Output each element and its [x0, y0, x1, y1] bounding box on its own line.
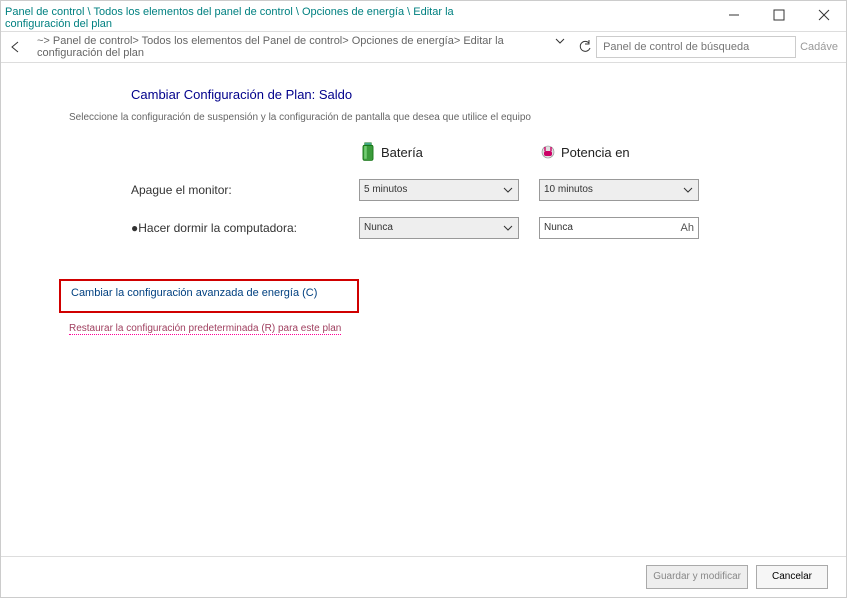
arrow-left-icon [9, 40, 23, 54]
battery-icon [359, 141, 377, 163]
links-block: Cambiar la configuración avanzada de ene… [69, 279, 798, 336]
select-display-battery-value: 5 minutos [364, 185, 407, 195]
maximize-button[interactable] [756, 1, 801, 29]
navbar: ~> Panel de control> Todos los elementos… [1, 31, 846, 63]
page-subtitle: Seleccione la configuración de suspensió… [69, 112, 798, 123]
breadcrumb-text: ~> Panel de control> Todos los elementos… [37, 35, 504, 59]
close-icon [818, 9, 830, 21]
page-title: Cambiar Configuración de Plan: Saldo [131, 87, 798, 102]
chevron-down-icon [554, 35, 566, 47]
save-button: Guardar y modificar [646, 565, 748, 589]
minimize-icon [728, 9, 740, 21]
select-display-plugged[interactable]: 10 minutos [539, 179, 699, 201]
row-label-display: Apague el monitor: [131, 183, 359, 197]
row-label-sleep-text: Hacer dormir la computadora: [138, 221, 297, 235]
plug-icon [539, 143, 557, 161]
footer: Guardar y modificar Cancelar [1, 556, 846, 597]
row-label-sleep: ●Hacer dormir la computadora: [131, 221, 359, 235]
cancel-button[interactable]: Cancelar [756, 565, 828, 589]
select-sleep-plugged-tail: Ah [681, 223, 694, 234]
select-sleep-plugged-value: Nunca [544, 223, 573, 233]
breadcrumb-dropdown[interactable] [554, 35, 566, 50]
minimize-button[interactable] [711, 1, 756, 29]
edge-text: Cadáve [796, 41, 842, 53]
column-header-plugged-label: Potencia en [561, 145, 630, 160]
close-button[interactable] [801, 1, 846, 29]
content-area: Cambiar Configuración de Plan: Saldo Sel… [1, 63, 846, 556]
column-header-battery: Batería [359, 141, 519, 163]
refresh-button[interactable] [574, 36, 596, 58]
titlebar: Panel de control \ Todos los elementos d… [1, 1, 846, 31]
chevron-down-icon [682, 184, 694, 196]
breadcrumb[interactable]: ~> Panel de control> Todos los elementos… [31, 33, 570, 61]
settings-grid: Batería Potencia en Apague el monitor: 5… [131, 141, 798, 239]
column-header-plugged: Potencia en [539, 143, 699, 161]
window-title: Panel de control \ Todos los elementos d… [5, 2, 465, 30]
select-display-battery[interactable]: 5 minutos [359, 179, 519, 201]
chevron-down-icon [502, 222, 514, 234]
select-sleep-plugged[interactable]: Nunca Ah [539, 217, 699, 239]
back-button[interactable] [5, 36, 27, 58]
window-controls [711, 1, 846, 29]
select-sleep-battery[interactable]: Nunca [359, 217, 519, 239]
chevron-down-icon [502, 184, 514, 196]
select-sleep-battery-value: Nunca [364, 223, 393, 233]
search-input[interactable] [596, 36, 796, 58]
link-advanced-settings[interactable]: Cambiar la configuración avanzada de ene… [59, 279, 359, 313]
maximize-icon [773, 9, 785, 21]
column-header-battery-label: Batería [381, 145, 423, 160]
select-display-plugged-value: 10 minutos [544, 185, 593, 195]
link-restore-defaults[interactable]: Restaurar la configuración predeterminad… [69, 323, 341, 335]
refresh-icon [578, 40, 592, 54]
